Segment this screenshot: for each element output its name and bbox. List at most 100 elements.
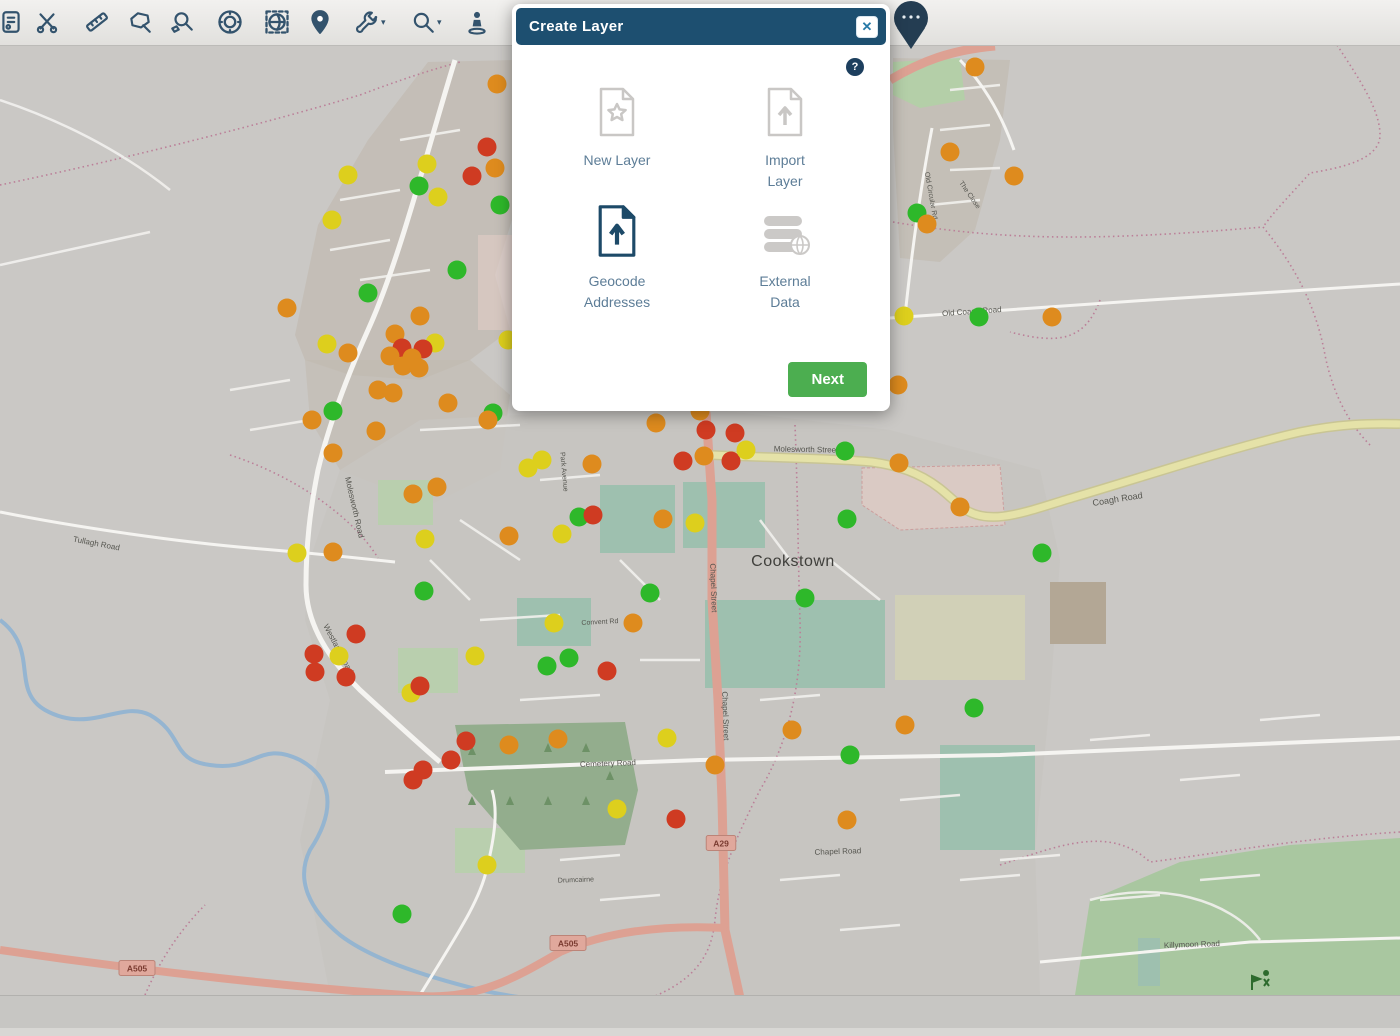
map-marker[interactable]	[278, 299, 297, 318]
map-marker[interactable]	[500, 736, 519, 755]
map-marker[interactable]	[463, 167, 482, 186]
edit-cut-icon[interactable]	[31, 6, 63, 38]
map-marker[interactable]	[478, 138, 497, 157]
map-marker[interactable]	[367, 422, 386, 441]
option-new-layer[interactable]: New Layer	[542, 85, 692, 192]
map-marker[interactable]	[303, 411, 322, 430]
map-marker[interactable]	[726, 424, 745, 443]
map-marker[interactable]	[583, 455, 602, 474]
buffer-icon[interactable]	[214, 6, 246, 38]
map-marker[interactable]	[598, 662, 617, 681]
map-marker[interactable]	[584, 506, 603, 525]
map-marker[interactable]	[545, 614, 564, 633]
map-marker[interactable]	[428, 478, 447, 497]
map-marker[interactable]	[488, 75, 507, 94]
map-marker[interactable]	[457, 732, 476, 751]
map-marker[interactable]	[966, 58, 985, 77]
map-marker[interactable]	[324, 543, 343, 562]
option-import-layer[interactable]: Import Layer	[710, 85, 860, 192]
help-icon[interactable]: ?	[846, 58, 864, 76]
map-marker[interactable]	[1033, 544, 1052, 563]
map-marker[interactable]	[347, 625, 366, 644]
map-marker[interactable]	[479, 411, 498, 430]
map-marker[interactable]	[1005, 167, 1024, 186]
map-marker[interactable]	[941, 143, 960, 162]
street-view-icon[interactable]	[461, 6, 493, 38]
map-marker[interactable]	[549, 730, 568, 749]
option-external-data[interactable]: External Data	[710, 206, 860, 313]
map-marker[interactable]	[796, 589, 815, 608]
map-marker[interactable]	[337, 668, 356, 687]
map-marker[interactable]	[466, 647, 485, 666]
map-marker[interactable]	[486, 159, 505, 178]
map-marker[interactable]	[384, 384, 403, 403]
map-marker[interactable]	[538, 657, 557, 676]
map-marker[interactable]	[674, 452, 693, 471]
map-marker[interactable]	[418, 155, 437, 174]
map-marker[interactable]	[838, 510, 857, 529]
next-button[interactable]: Next	[788, 362, 867, 397]
map-marker[interactable]	[393, 905, 412, 924]
map-marker[interactable]	[896, 716, 915, 735]
spatial-search-icon[interactable]	[166, 6, 198, 38]
map-marker[interactable]	[324, 444, 343, 463]
search-icon[interactable]	[407, 6, 439, 38]
map-marker[interactable]	[394, 357, 413, 376]
map-marker[interactable]	[641, 584, 660, 603]
map-marker[interactable]	[324, 402, 343, 421]
map-marker[interactable]	[608, 800, 627, 819]
map-marker[interactable]	[737, 441, 756, 460]
map-marker[interactable]	[429, 188, 448, 207]
map-marker[interactable]	[667, 810, 686, 829]
map-marker[interactable]	[439, 394, 458, 413]
map-marker[interactable]	[442, 751, 461, 770]
map-marker[interactable]	[339, 344, 358, 363]
map-marker[interactable]	[404, 485, 423, 504]
map-marker[interactable]	[330, 647, 349, 666]
map-marker[interactable]	[416, 530, 435, 549]
map-marker[interactable]	[500, 527, 519, 546]
map-marker[interactable]	[836, 442, 855, 461]
tools-dropdown-caret[interactable]: ▾	[381, 17, 386, 28]
map-marker[interactable]	[410, 177, 429, 196]
map-marker[interactable]	[706, 756, 725, 775]
map-marker[interactable]	[553, 525, 572, 544]
map-marker[interactable]	[411, 307, 430, 326]
map-marker[interactable]	[658, 729, 677, 748]
map-marker[interactable]	[890, 454, 909, 473]
map-marker[interactable]	[965, 699, 984, 718]
map-marker[interactable]	[918, 215, 937, 234]
map-marker[interactable]	[288, 544, 307, 563]
map-marker[interactable]	[359, 284, 378, 303]
map-marker[interactable]	[647, 414, 666, 433]
map-marker[interactable]	[783, 721, 802, 740]
map-marker[interactable]	[951, 498, 970, 517]
map-marker[interactable]	[411, 677, 430, 696]
map-marker[interactable]	[654, 510, 673, 529]
map-marker[interactable]	[533, 451, 552, 470]
cluster-pin-marker[interactable]	[892, 0, 930, 50]
option-geocode-addresses[interactable]: Geocode Addresses	[542, 206, 692, 313]
map-marker[interactable]	[404, 771, 423, 790]
map-marker[interactable]	[415, 582, 434, 601]
map-marker[interactable]	[841, 746, 860, 765]
map-marker[interactable]	[697, 421, 716, 440]
map-marker[interactable]	[339, 166, 358, 185]
draw-polygon-icon[interactable]	[124, 6, 156, 38]
map-marker[interactable]	[686, 514, 705, 533]
map-marker[interactable]	[838, 811, 857, 830]
map-marker[interactable]	[1043, 308, 1062, 327]
map-marker[interactable]	[895, 307, 914, 326]
select-region-icon[interactable]	[261, 6, 293, 38]
search-dropdown-caret[interactable]: ▾	[437, 17, 442, 28]
map-marker[interactable]	[318, 335, 337, 354]
map-marker[interactable]	[306, 663, 325, 682]
map-marker[interactable]	[323, 211, 342, 230]
map-marker[interactable]	[889, 376, 908, 395]
map-marker[interactable]	[695, 447, 714, 466]
map-marker[interactable]	[448, 261, 467, 280]
close-icon[interactable]: ✕	[856, 16, 878, 38]
map-marker[interactable]	[410, 359, 429, 378]
map-marker[interactable]	[478, 856, 497, 875]
map-marker[interactable]	[970, 308, 989, 327]
